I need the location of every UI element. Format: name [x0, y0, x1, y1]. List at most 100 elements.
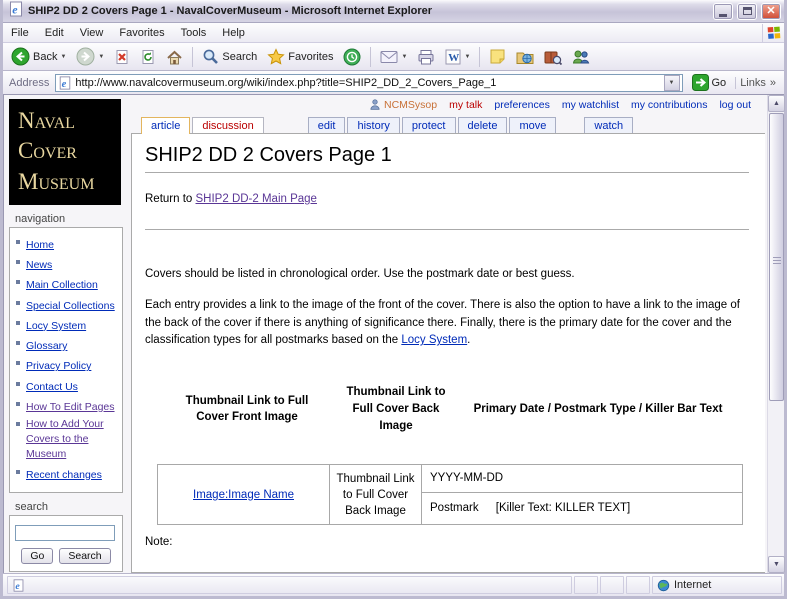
contributions-link[interactable]: my contributions [631, 99, 707, 111]
back-button[interactable]: Back ▼ [7, 45, 70, 68]
nav-item-special-collections[interactable]: Special Collections [13, 296, 119, 314]
notes-button[interactable] [485, 46, 510, 67]
header-back-image: Thumbnail Link to Full Cover Back Image [337, 384, 455, 434]
nav-item-recent-changes[interactable]: Recent changes [13, 465, 119, 483]
menu-view[interactable]: View [72, 24, 112, 42]
tab-discussion[interactable]: discussion [192, 117, 263, 134]
tab-history[interactable]: history [347, 117, 399, 134]
nav-item-how-to-edit[interactable]: How To Edit Pages [13, 397, 119, 415]
address-url[interactable]: http://www.navalcovermuseum.org/wiki/ind… [75, 77, 496, 89]
forward-button[interactable]: ▼ [72, 45, 108, 68]
menu-favorites[interactable]: Favorites [111, 24, 172, 42]
search-go-button[interactable]: Go [21, 548, 53, 564]
menu-tools[interactable]: Tools [173, 24, 215, 42]
print-button[interactable] [413, 47, 439, 67]
address-dropdown-button[interactable]: ▼ [664, 75, 680, 91]
scrollbar-thumb[interactable] [769, 113, 784, 401]
svg-text:e: e [12, 2, 18, 16]
nav-item-glossary[interactable]: Glossary [13, 336, 119, 354]
mail-button[interactable]: ▼ [376, 48, 411, 66]
mail-icon [380, 50, 398, 64]
search-title: search [15, 501, 127, 513]
close-button[interactable]: ✕ [761, 3, 781, 20]
covers-table-headers: Thumbnail Link to Full Cover Front Image… [157, 384, 741, 434]
intro-paragraph-1: Covers should be listed in chronological… [145, 266, 749, 284]
links-toolbar[interactable]: Links » [735, 77, 780, 89]
address-input[interactable]: e http://www.navalcovermuseum.org/wiki/i… [55, 74, 682, 92]
forward-dropdown-icon[interactable]: ▼ [98, 54, 104, 60]
home-icon [166, 49, 183, 65]
logout-link[interactable]: log out [719, 99, 751, 111]
mail-dropdown-icon[interactable]: ▼ [401, 54, 407, 60]
tab-move[interactable]: move [509, 117, 556, 134]
status-bar: e Internet [3, 573, 784, 596]
navigation-portlet: Home News Main Collection Special Collec… [9, 227, 123, 493]
return-main-page-link[interactable]: SHIP2 DD-2 Main Page [196, 193, 317, 205]
menu-edit[interactable]: Edit [37, 24, 72, 42]
tab-watch[interactable]: watch [584, 117, 633, 134]
nav-item-add-covers[interactable]: How to Add Your Covers to the Museum [13, 417, 119, 463]
favorites-button[interactable]: Favorites [263, 46, 337, 67]
back-dropdown-icon[interactable]: ▼ [60, 54, 66, 60]
menu-help[interactable]: Help [214, 24, 253, 42]
scroll-up-button[interactable]: ▲ [768, 95, 785, 112]
nav-item-contact-us[interactable]: Contact Us [13, 377, 119, 395]
personal-bar: NCMSysop my talk preferences my watchlis… [131, 95, 765, 112]
navigation-title: navigation [15, 213, 127, 225]
status-segment [626, 576, 650, 594]
history-icon [343, 48, 361, 66]
links-chevron-icon[interactable]: » [770, 77, 776, 89]
scroll-down-button[interactable]: ▼ [768, 556, 785, 573]
front-image-link[interactable]: Image:Image Name [193, 489, 294, 501]
my-talk-link[interactable]: my talk [449, 99, 482, 111]
history-button[interactable] [339, 46, 365, 68]
go-button[interactable]: Go [687, 73, 732, 92]
nav-item-privacy-policy[interactable]: Privacy Policy [13, 356, 119, 374]
return-line: Return to SHIP2 DD-2 Main Page [145, 193, 749, 205]
user-icon [369, 98, 381, 111]
header-front-image: Thumbnail Link to Full Cover Front Image [157, 393, 337, 426]
stop-button[interactable] [110, 47, 134, 67]
messenger-icon [572, 49, 590, 65]
user-page-link[interactable]: NCMSysop [369, 98, 437, 111]
nav-item-news[interactable]: News [13, 255, 119, 273]
nav-item-main-collection[interactable]: Main Collection [13, 275, 119, 293]
go-arrow-icon [692, 74, 709, 91]
research-button[interactable] [540, 47, 566, 67]
messenger-button[interactable] [568, 47, 594, 67]
menu-file[interactable]: File [3, 24, 37, 42]
table-row: Image:Image Name Thumbnail Link to Full … [158, 465, 743, 493]
title-bar[interactable]: e SHIP2 DD 2 Covers Page 1 - NavalCoverM… [3, 0, 784, 23]
search-portlet: Go Search [9, 515, 123, 573]
nav-item-home[interactable]: Home [13, 235, 119, 253]
preferences-link[interactable]: preferences [494, 99, 549, 111]
favorites-star-icon [267, 48, 285, 65]
minimize-button[interactable] [713, 3, 733, 20]
page-tabs: article discussion edit history protect … [131, 114, 765, 133]
svg-text:e: e [62, 78, 67, 89]
watchlist-link[interactable]: my watchlist [562, 99, 619, 111]
search-input[interactable] [15, 525, 115, 541]
locy-system-link[interactable]: Locy System [401, 334, 467, 346]
refresh-icon [140, 49, 156, 65]
intro-paragraph-2: Each entry provides a link to the image … [145, 297, 749, 350]
back-icon [11, 47, 30, 66]
home-button[interactable] [162, 47, 187, 67]
vertical-scrollbar[interactable]: ▲ ▼ [767, 95, 784, 573]
tab-edit[interactable]: edit [308, 117, 346, 134]
refresh-button[interactable] [136, 47, 160, 67]
folder-sync-button[interactable] [512, 47, 538, 67]
tab-protect[interactable]: protect [402, 117, 456, 134]
postmark-cell: Postmark [Killer Text: KILLER TEXT] [422, 493, 743, 525]
window-title: SHIP2 DD 2 Covers Page 1 - NavalCoverMus… [28, 5, 709, 17]
svg-text:e: e [15, 581, 20, 592]
word-dropdown-icon[interactable]: ▼ [464, 54, 470, 60]
nav-item-locy-system[interactable]: Locy System [13, 316, 119, 334]
tab-delete[interactable]: delete [458, 117, 508, 134]
tab-article[interactable]: article [141, 117, 190, 134]
search-search-button[interactable]: Search [59, 548, 110, 564]
site-logo[interactable]: Naval Cover Museum [9, 99, 121, 205]
search-button[interactable]: Search [198, 46, 261, 67]
maximize-button[interactable] [737, 3, 757, 20]
edit-with-word-button[interactable]: W ▼ [441, 47, 474, 67]
